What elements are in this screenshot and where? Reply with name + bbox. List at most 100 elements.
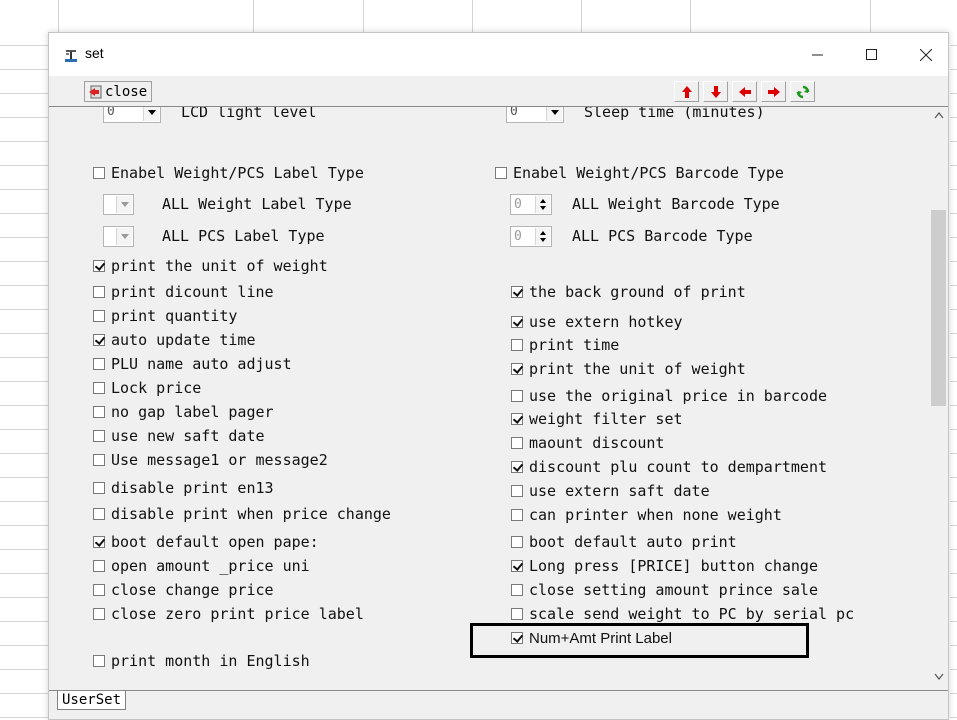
sleep-time-combo[interactable]: 0 (506, 107, 564, 123)
scroll-up-button[interactable] (929, 111, 948, 125)
checkbox[interactable] (93, 560, 105, 572)
checkbox[interactable] (93, 608, 105, 620)
checkbox[interactable] (511, 485, 523, 497)
maximize-button[interactable] (849, 33, 895, 76)
grid-line (0, 477, 48, 478)
vertical-scrollbar[interactable] (929, 107, 948, 690)
left-option-2[interactable]: print dicount line (93, 281, 274, 303)
checkbox[interactable] (93, 508, 105, 520)
checkbox[interactable] (93, 260, 105, 272)
left-option-7[interactable]: no gap label pager (93, 401, 274, 423)
checkbox[interactable] (511, 536, 523, 548)
scroll-thumb[interactable] (931, 210, 946, 406)
option-label: use extern hotkey (529, 313, 683, 331)
checkbox[interactable] (511, 413, 523, 425)
checkbox[interactable] (93, 167, 105, 179)
refresh-button[interactable] (790, 81, 815, 102)
right-option-12[interactable]: Long press [PRICE] button change (511, 555, 818, 577)
right-option-8[interactable]: discount plu count to dempartment (511, 456, 827, 478)
right-option-4[interactable]: print the unit of weight (511, 358, 746, 380)
checkbox[interactable] (93, 382, 105, 394)
left-option-3[interactable]: print quantity (93, 305, 237, 327)
checkbox[interactable] (93, 454, 105, 466)
checkbox[interactable] (93, 584, 105, 596)
pcs-label-combo[interactable] (103, 225, 134, 247)
option-label: Enabel Weight/PCS Label Type (111, 164, 364, 182)
sleep-time-label: Sleep time (minutes) (584, 106, 765, 121)
right-option-1[interactable]: the back ground of print (511, 281, 746, 303)
checkbox[interactable] (511, 363, 523, 375)
grid-line (0, 213, 48, 214)
right-option-9[interactable]: use extern saft date (511, 480, 710, 502)
move-down-button[interactable] (703, 81, 728, 102)
weight-barcode-spinner[interactable]: 0 (510, 193, 552, 215)
right-option-5[interactable]: use the original price in barcode (511, 385, 891, 407)
exit-icon (89, 85, 102, 98)
checkbox[interactable] (495, 167, 507, 179)
right-option-10[interactable]: can printer when none weight (511, 504, 782, 526)
checkbox[interactable] (511, 608, 523, 620)
grid-line (950, 333, 957, 334)
grid-line (950, 621, 957, 622)
left-option-4[interactable]: auto update time (93, 329, 256, 351)
right-option-6[interactable]: weight filter set (511, 408, 683, 430)
checkbox[interactable] (93, 334, 105, 346)
left-option-9[interactable]: Use message1 or message2 (93, 449, 328, 471)
move-right-button[interactable] (761, 81, 786, 102)
checkbox[interactable] (93, 655, 105, 667)
checkbox[interactable] (511, 437, 523, 449)
checkbox[interactable] (511, 316, 523, 328)
left-option-10[interactable]: disable print en13 (93, 477, 274, 499)
checkbox[interactable] (93, 536, 105, 548)
spinner-arrows[interactable] (535, 195, 550, 213)
checkbox[interactable] (93, 406, 105, 418)
close-button[interactable]: close (84, 81, 153, 102)
scroll-down-button[interactable] (929, 673, 948, 687)
checkbox[interactable] (511, 461, 523, 473)
checkbox[interactable] (511, 584, 523, 596)
lcd-light-combo[interactable]: 0 (103, 107, 161, 123)
grid-line (0, 285, 48, 286)
enable-label-type-checkbox[interactable]: Enabel Weight/PCS Label Type (93, 162, 364, 184)
move-up-button[interactable] (674, 81, 699, 102)
checkbox[interactable] (93, 310, 105, 322)
option-label: disable print when price change (111, 505, 391, 523)
spinner-arrows[interactable] (535, 227, 550, 245)
close-window-button[interactable] (903, 33, 949, 76)
left-option-16[interactable]: print month in English (93, 650, 310, 672)
enable-barcode-type-checkbox[interactable]: Enabel Weight/PCS Barcode Type (495, 162, 784, 184)
left-option-5[interactable]: PLU name auto adjust (93, 353, 292, 375)
right-option-7[interactable]: maount discount (511, 432, 664, 454)
checkbox[interactable] (93, 286, 105, 298)
checkbox[interactable] (511, 509, 523, 521)
checkbox[interactable] (93, 430, 105, 442)
right-option-14[interactable]: scale send weight to PC by serial pc (511, 603, 929, 625)
left-option-12[interactable]: boot default open pape: (93, 531, 319, 553)
right-option-13[interactable]: close setting amount prince sale (511, 579, 818, 601)
checkbox[interactable] (511, 339, 523, 351)
left-option-15[interactable]: close zero print price label (93, 603, 364, 625)
checkbox[interactable] (511, 390, 523, 402)
grid-line (950, 165, 957, 166)
left-option-1[interactable]: print the unit of weight (93, 255, 328, 277)
right-option-2[interactable]: use extern hotkey (511, 311, 683, 333)
checkbox[interactable] (511, 286, 523, 298)
move-left-button[interactable] (732, 81, 757, 102)
checkbox[interactable] (93, 358, 105, 370)
right-option-3[interactable]: print time (511, 334, 619, 356)
left-option-11[interactable]: disable print when price change (93, 503, 391, 525)
minimize-button[interactable] (795, 33, 841, 76)
title-bar[interactable]: set (49, 33, 948, 76)
checkbox[interactable] (93, 482, 105, 494)
grid-line (0, 117, 48, 118)
left-option-6[interactable]: Lock price (93, 377, 201, 399)
weight-label-combo[interactable] (103, 193, 134, 215)
pcs-barcode-spinner[interactable]: 0 (510, 225, 552, 247)
left-option-13[interactable]: open amount _price uni (93, 555, 310, 577)
grid-line (950, 717, 957, 718)
left-option-14[interactable]: close change price (93, 579, 274, 601)
right-option-11[interactable]: boot default auto print (511, 531, 737, 553)
left-option-8[interactable]: use new saft date (93, 425, 265, 447)
tab-userset[interactable]: UserSet (57, 691, 127, 710)
checkbox[interactable] (511, 560, 523, 572)
